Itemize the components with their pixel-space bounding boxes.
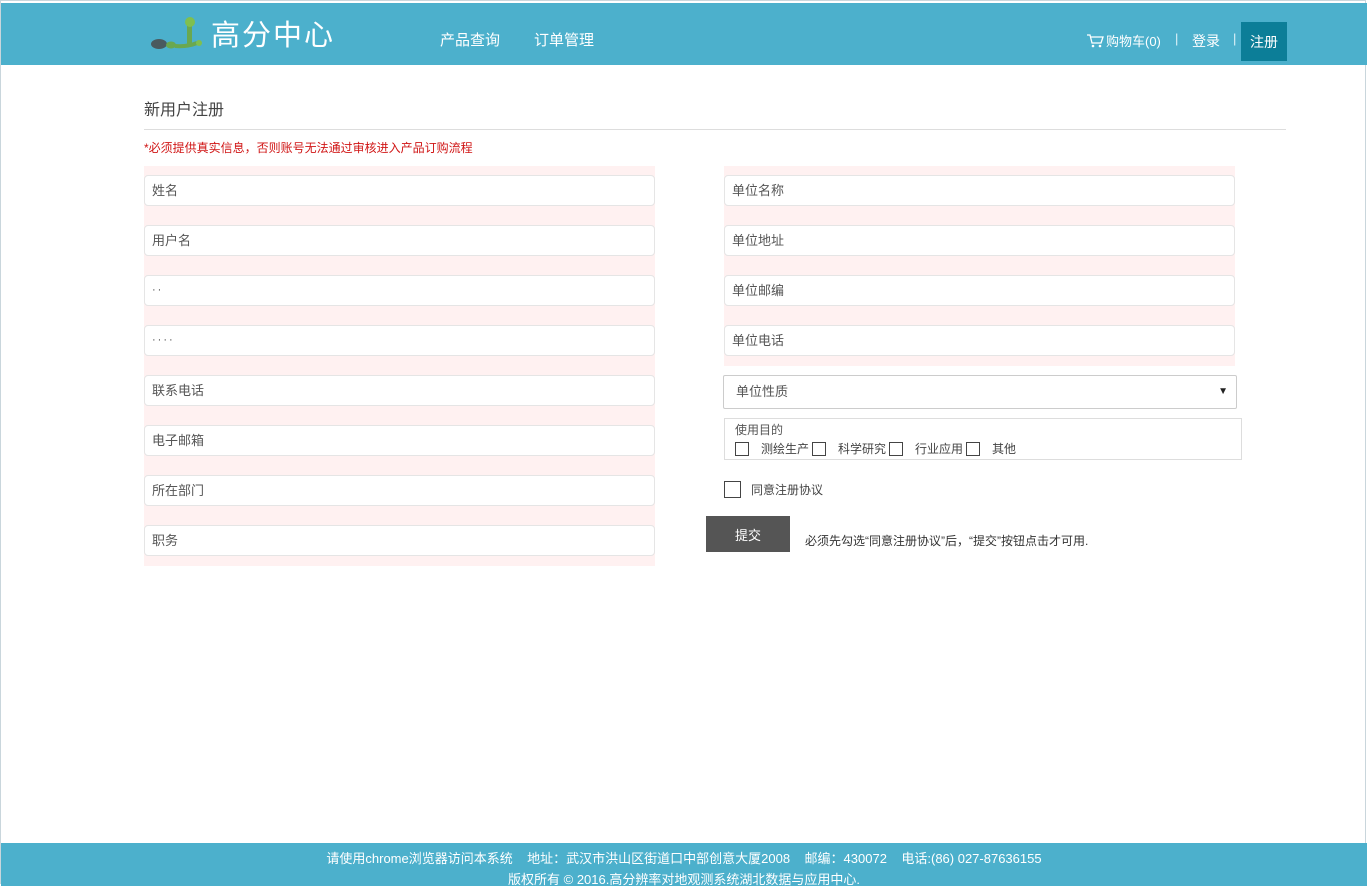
usage-purpose-group: 使用目的 测绘生产 科学研究 行业应用 其他 bbox=[724, 418, 1242, 460]
agreement-label: 同意注册协议 bbox=[751, 483, 824, 497]
agreement-checkbox[interactable] bbox=[724, 481, 741, 498]
nav-separator: | bbox=[1175, 31, 1179, 46]
username-input[interactable]: 用户名 bbox=[144, 225, 655, 256]
organization-info-panel: 单位名称 单位地址 单位邮编 单位电话 bbox=[724, 166, 1235, 366]
purpose-checkbox-surveying[interactable] bbox=[735, 441, 749, 456]
org-name-input[interactable]: 单位名称 bbox=[724, 175, 1235, 206]
purpose-option-label: 行业应用 bbox=[915, 442, 964, 456]
cart-link[interactable]: 购物车(0) bbox=[1086, 31, 1161, 50]
agreement-row: 同意注册协议 bbox=[724, 481, 823, 498]
phone-input[interactable]: 联系电话 bbox=[144, 375, 655, 406]
shopping-cart-icon bbox=[1087, 33, 1104, 47]
purpose-checkbox-industry[interactable] bbox=[889, 441, 904, 456]
page-title: 新用户注册 bbox=[144, 102, 225, 119]
purpose-option-label: 其他 bbox=[992, 442, 1017, 456]
org-postcode-input[interactable]: 单位邮编 bbox=[724, 275, 1235, 306]
footer-contact: 请使用chrome浏览器访问本系统 地址：武汉市洪山区街道口中部创意大厦2008… bbox=[326, 851, 1042, 866]
cart-label: 购物车(0) bbox=[1106, 34, 1161, 49]
footer: 请使用chrome浏览器访问本系统 地址：武汉市洪山区街道口中部创意大厦2008… bbox=[1, 843, 1367, 887]
top-nav-bar: 高分中心 产品查询 订单管理 购物车(0) | 登录 | 注册 bbox=[1, 3, 1367, 65]
site-logo[interactable]: 高分中心 bbox=[149, 15, 369, 55]
logo-icon bbox=[151, 17, 202, 49]
password-input[interactable]: ·· bbox=[144, 275, 655, 306]
login-link[interactable]: 登录 bbox=[1192, 31, 1220, 51]
name-input[interactable]: 姓名 bbox=[144, 175, 655, 206]
required-info-notice: *必须提供真实信息，否则账号无法通过审核进入产品订购流程 bbox=[144, 141, 473, 155]
personal-info-panel: 姓名 用户名 ·· ···· 联系电话 电子邮箱 所在部门 职务 bbox=[144, 166, 655, 566]
position-input[interactable]: 职务 bbox=[144, 525, 655, 556]
purpose-option-label: 科学研究 bbox=[838, 442, 887, 456]
usage-purpose-label: 使用目的 bbox=[735, 423, 784, 437]
purpose-checkbox-other[interactable] bbox=[966, 441, 981, 456]
org-type-select[interactable]: 单位性质 ▼ bbox=[723, 375, 1237, 409]
dropdown-arrow-icon: ▼ bbox=[1218, 386, 1228, 397]
title-divider bbox=[144, 129, 1286, 130]
footer-copyright: 版权所有 © 2016.高分辨率对地观测系统湖北数据与应用中心. bbox=[508, 872, 860, 887]
register-link[interactable]: 注册 bbox=[1241, 22, 1287, 61]
department-input[interactable]: 所在部门 bbox=[144, 475, 655, 506]
email-input[interactable]: 电子邮箱 bbox=[144, 425, 655, 456]
submit-hint: 必须先勾选“同意注册协议”后，“提交”按钮点击才可用. bbox=[805, 534, 1089, 548]
nav-order-management[interactable]: 订单管理 bbox=[534, 29, 594, 50]
org-address-input[interactable]: 单位地址 bbox=[724, 225, 1235, 256]
purpose-option-label: 测绘生产 bbox=[761, 442, 810, 456]
nav-product-query[interactable]: 产品查询 bbox=[440, 29, 500, 50]
logo-text: 高分中心 bbox=[211, 20, 336, 52]
nav-separator: | bbox=[1233, 31, 1237, 46]
confirm-password-input[interactable]: ···· bbox=[144, 325, 655, 356]
org-phone-input[interactable]: 单位电话 bbox=[724, 325, 1235, 356]
purpose-checkbox-research[interactable] bbox=[812, 441, 827, 456]
submit-button[interactable]: 提交 bbox=[706, 516, 790, 552]
org-type-value: 单位性质 bbox=[736, 384, 789, 399]
